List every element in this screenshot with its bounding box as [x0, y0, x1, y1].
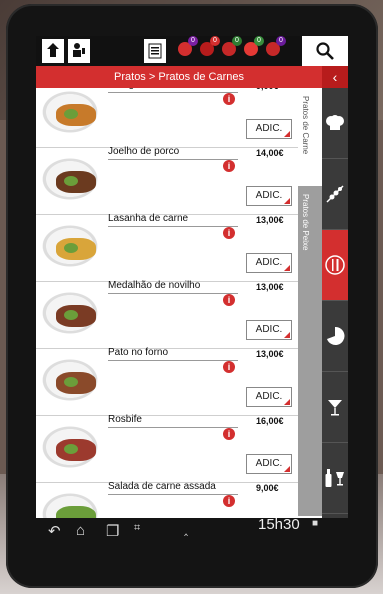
info-icon[interactable]: i: [223, 227, 235, 239]
dish-price: 13,00€: [256, 282, 284, 292]
dish-photo[interactable]: [42, 359, 98, 401]
home-nav-icon[interactable]: ⌂: [76, 522, 85, 539]
add-button[interactable]: ADIC.: [246, 387, 292, 407]
dish-photo[interactable]: [42, 493, 98, 518]
breadcrumb: Pratos > Pratos de Carnes: [36, 66, 322, 88]
skewer-icon: [326, 185, 344, 203]
info-icon[interactable]: i: [223, 495, 235, 507]
dish-row[interactable]: Lasanha de carne i 13,00€ ADIC.: [36, 213, 298, 282]
back-nav-icon[interactable]: ↶: [48, 522, 61, 540]
dish-price: 9,00€: [256, 88, 279, 91]
dish-row[interactable]: Joelho de porco i 14,00€ ADIC.: [36, 146, 298, 215]
dish-row[interactable]: Frango assado com...i 9,00€ ADIC.: [36, 88, 298, 148]
dish-name: Joelho de porco: [108, 146, 238, 160]
status-count-badge: 0: [188, 36, 198, 46]
info-icon[interactable]: i: [223, 428, 235, 440]
dish-row[interactable]: Medalhão de novilho i 13,00€ ADIC.: [36, 280, 298, 349]
category-desserts[interactable]: [322, 301, 348, 372]
category-wines[interactable]: [322, 443, 348, 514]
chevron-up-icon[interactable]: ‸: [184, 522, 188, 536]
garnish-shape: [64, 109, 78, 119]
dish-name: Rosbife: [108, 414, 238, 428]
category-grill[interactable]: [322, 159, 348, 230]
dish-photo[interactable]: [42, 292, 98, 334]
dish-name: Lasanha de carne: [108, 213, 238, 227]
status-count-badge: 0: [232, 36, 242, 46]
order-status-badges: 0 0 0 0 0: [176, 36, 296, 62]
dish-price: 13,00€: [256, 215, 284, 225]
dish-photo[interactable]: [42, 426, 98, 468]
category-sidebar: [322, 88, 348, 518]
add-button[interactable]: ADIC.: [246, 320, 292, 340]
app-screen: 0 0 0 0 0 Pratos > Pratos de Carnes ‹ Fr…: [36, 36, 348, 518]
cocktail-icon: [328, 400, 342, 416]
info-icon[interactable]: i: [223, 93, 235, 105]
chef-hat-icon: [326, 115, 344, 130]
add-button[interactable]: ADIC.: [246, 253, 292, 273]
breadcrumb-separator: >: [148, 71, 156, 83]
fork-knife-icon: [325, 255, 345, 275]
system-nav-bar: ↶ ⌂ ❐ ⌗ ‸: [34, 516, 350, 550]
status-count-badge: 0: [210, 36, 220, 46]
info-icon[interactable]: i: [223, 160, 235, 172]
recent-apps-icon[interactable]: ❐: [106, 522, 119, 540]
status-clock: 15h30: [258, 516, 300, 533]
dish-price: 16,00€: [256, 416, 284, 426]
tab-label: Pratos de Peixe: [301, 194, 310, 251]
dish-photo[interactable]: [42, 158, 98, 200]
dish-name: Frango assado com...: [108, 88, 238, 93]
add-button[interactable]: ADIC.: [246, 186, 292, 206]
dish-price: 14,00€: [256, 148, 284, 158]
pie-icon: [327, 326, 345, 345]
tab-pratos-de-peixe[interactable]: Pratos de Peixe: [298, 186, 322, 516]
category-cocktails[interactable]: [322, 372, 348, 443]
category-starters[interactable]: [322, 88, 348, 159]
info-icon[interactable]: i: [223, 361, 235, 373]
info-icon[interactable]: i: [223, 294, 235, 306]
dish-photo[interactable]: [42, 225, 98, 267]
screenshot-icon[interactable]: ⌗: [134, 522, 140, 535]
add-button[interactable]: ADIC.: [246, 454, 292, 474]
dish-row[interactable]: Salada de carne assadai9,00€ADIC.: [36, 481, 298, 518]
status-count-badge: 0: [254, 36, 264, 46]
garnish-shape: [64, 176, 78, 186]
dish-row[interactable]: Pato no forno i 13,00€ ADIC.: [36, 347, 298, 416]
dish-price: 9,00€: [256, 483, 279, 493]
menu-book-icon[interactable]: [144, 39, 166, 63]
search-icon: [316, 42, 334, 60]
garnish-shape: [64, 377, 78, 387]
dish-row[interactable]: Rosbife i 16,00€ ADIC.: [36, 414, 298, 483]
breadcrumb-root[interactable]: Pratos: [114, 71, 146, 83]
add-button[interactable]: ADIC.: [246, 119, 292, 139]
back-button[interactable]: ‹: [322, 66, 348, 88]
wine-bottle-icon: [325, 469, 344, 487]
dish-name: Medalhão de novilho: [108, 280, 238, 294]
garnish-shape: [64, 444, 78, 454]
garnish-shape: [64, 310, 78, 320]
waiter-icon[interactable]: [68, 39, 90, 63]
top-toolbar: 0 0 0 0 0: [36, 36, 348, 66]
tab-label: Pratos de Carne: [301, 96, 310, 155]
dish-photo[interactable]: [42, 91, 98, 133]
chevron-left-icon: ‹: [332, 69, 338, 85]
dish-price: 13,00€: [256, 349, 284, 359]
breadcrumb-current: Pratos de Carnes: [158, 71, 244, 83]
garnish-shape: [64, 243, 78, 253]
home-icon[interactable]: [42, 39, 64, 63]
dish-list: Frango assado com...i9,00€ADIC.Joelho de…: [36, 88, 298, 518]
dish-name: Pato no forno: [108, 347, 238, 361]
dish-name: Salada de carne assada: [108, 481, 238, 495]
search-button[interactable]: [302, 36, 348, 66]
category-main-dishes[interactable]: [322, 230, 348, 301]
signal-battery-icon: ■: [312, 518, 319, 529]
status-count-badge: 0: [276, 36, 286, 46]
